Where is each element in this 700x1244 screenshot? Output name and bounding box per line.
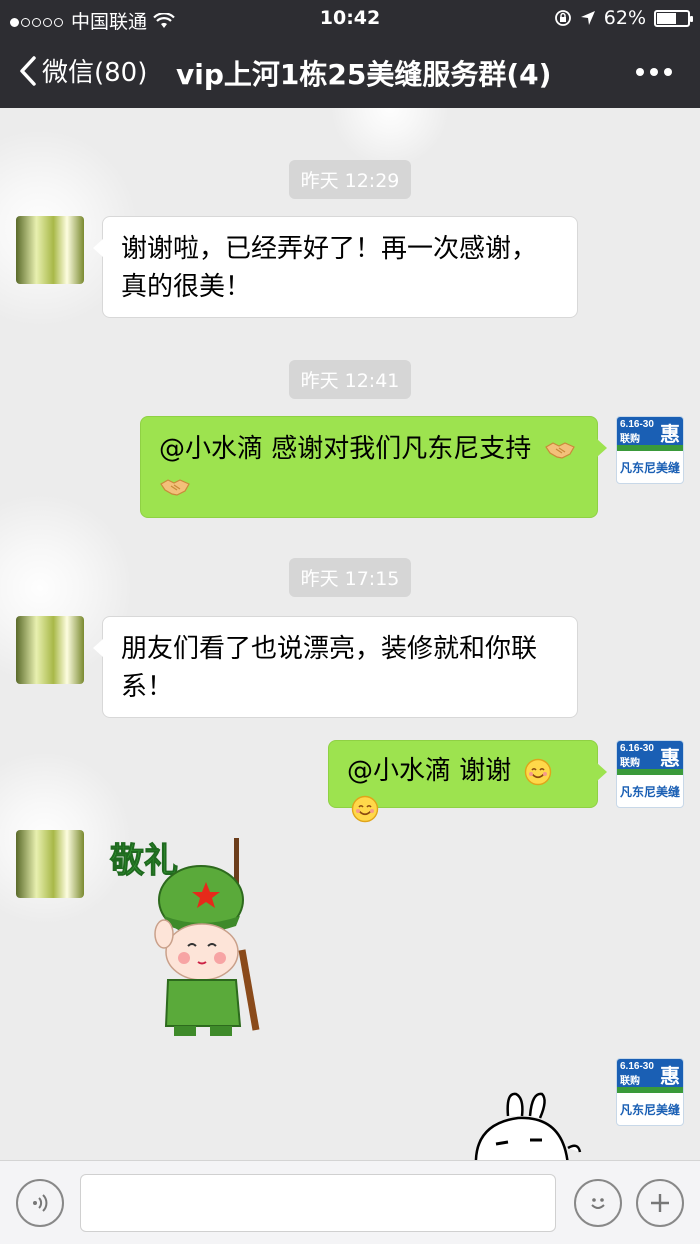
emoji-button[interactable]: [574, 1179, 622, 1227]
plus-icon: [651, 1194, 669, 1212]
message-text: @小水滴 感谢对我们凡东尼支持: [159, 434, 532, 464]
avatar-brand-name: 凡东尼美缝: [619, 784, 680, 799]
message-text: 系！: [121, 671, 174, 702]
message-bubble-incoming[interactable]: 朋友们看了也说漂亮，装修就和你联 系！: [93, 616, 578, 718]
message-text: 谢谢啦，已经弄好了！再一次感谢，: [121, 234, 538, 264]
message-bubble-outgoing[interactable]: @小水滴 谢谢: [328, 740, 607, 823]
avatar-date: 6.16-30: [620, 1061, 654, 1072]
smile-icon: [351, 795, 379, 823]
handshake-icon: [160, 479, 190, 496]
avatar-promo: 联购: [620, 758, 640, 769]
nav-bar: 微信(80) vip上河1栋25美缝服务群(4): [0, 36, 700, 108]
avatar-brand[interactable]: 6.16-30 联购 惠 凡东尼美缝: [616, 1058, 684, 1126]
avatar-promo-big: 惠: [660, 1066, 680, 1088]
avatar-promo: 联购: [620, 434, 640, 445]
timestamp: 昨天 12:29: [0, 160, 700, 199]
avatar-date: 6.16-30: [620, 419, 654, 430]
rotation-lock-icon: [554, 10, 571, 26]
status-right: 62%: [554, 7, 693, 29]
timestamp: 昨天 12:41: [0, 360, 700, 399]
input-bar: [0, 1160, 700, 1244]
sticker-caption: 敬礼: [109, 841, 178, 881]
more-options-icon[interactable]: [636, 68, 672, 76]
message-bubble-incoming[interactable]: 谢谢啦，已经弄好了！再一次感谢， 真的很美！: [93, 216, 578, 318]
avatar-promo-big: 惠: [660, 748, 680, 770]
location-arrow-icon: [580, 11, 595, 25]
smile-icon: [524, 758, 551, 785]
message-text: 真的很美！: [121, 271, 252, 302]
avatar[interactable]: [16, 830, 84, 898]
avatar-date: 6.16-30: [620, 743, 654, 754]
salute-sticker[interactable]: 敬礼: [106, 830, 276, 1040]
avatar[interactable]: [16, 216, 84, 284]
timestamp: 昨天 17:15: [0, 558, 700, 597]
firework-effect: [330, 108, 450, 168]
message-text: @小水滴 谢谢: [347, 756, 512, 786]
battery-fill: [657, 12, 676, 24]
avatar-promo: 联购: [620, 1076, 640, 1087]
avatar-promo-big: 惠: [660, 424, 680, 446]
battery-percent: 62%: [603, 7, 646, 29]
message-text: 朋友们看了也说漂亮，装修就和你联: [121, 634, 538, 664]
status-bar: 中国联通 10:42 62%: [0, 0, 700, 36]
chat-area[interactable]: 昨天 12:29 谢谢啦，已经弄好了！再一次感谢， 真的很美！ 昨天 12:41…: [0, 108, 700, 1160]
emoji-face-icon: [591, 1198, 605, 1209]
soldier-salute-icon: 敬礼: [109, 838, 260, 1036]
handshake-icon: [544, 441, 575, 459]
message-input[interactable]: [80, 1174, 556, 1232]
chat-title: vip上河1栋25美缝服务群(4): [176, 58, 552, 91]
more-functions-button[interactable]: [636, 1179, 684, 1227]
voice-icon: [33, 1194, 48, 1212]
back-label: 微信(80): [42, 58, 148, 88]
avatar[interactable]: [16, 616, 84, 684]
rabbit-icon: [474, 1092, 582, 1160]
avatar-brand-name: 凡东尼美缝: [619, 1102, 680, 1117]
avatar-brand[interactable]: 6.16-30 联购 惠 凡东尼美缝: [616, 416, 684, 484]
chevron-left-icon: [20, 55, 36, 86]
voice-input-button[interactable]: [16, 1179, 64, 1227]
message-bubble-outgoing[interactable]: @小水滴 感谢对我们凡东尼支持: [140, 416, 607, 518]
avatar-brand-name: 凡东尼美缝: [619, 460, 680, 475]
avatar-brand[interactable]: 6.16-30 联购 惠 凡东尼美缝: [616, 740, 684, 808]
battery-icon: [654, 9, 693, 27]
rabbit-sticker[interactable]: [468, 1086, 588, 1160]
back-button[interactable]: 微信(80): [18, 52, 147, 89]
